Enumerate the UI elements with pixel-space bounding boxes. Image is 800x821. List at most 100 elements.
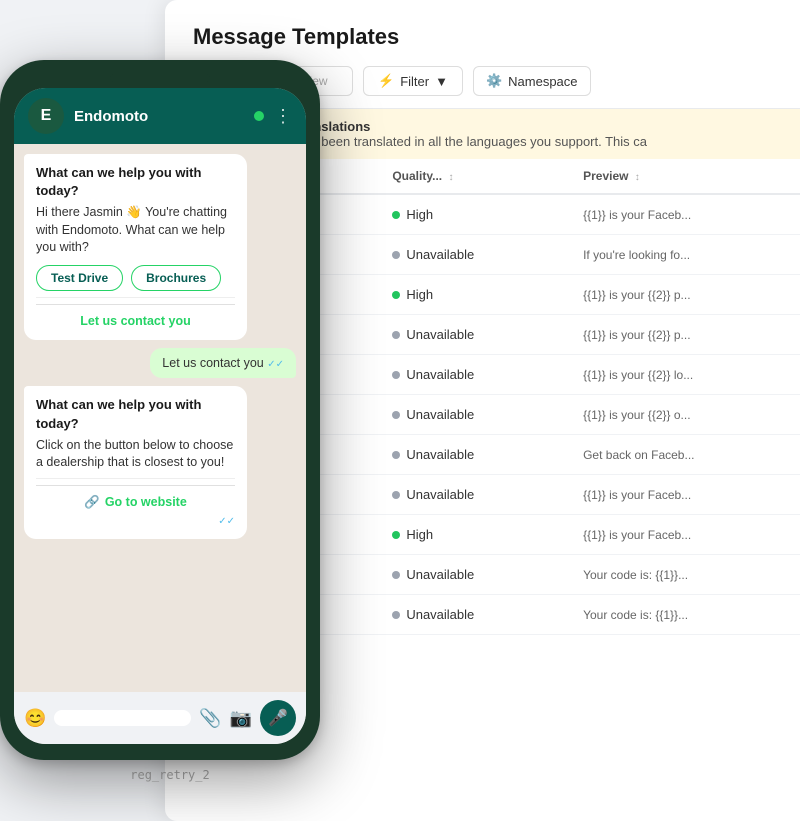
cell-quality: Unavailable xyxy=(372,475,563,515)
camera-icon[interactable]: 📷 xyxy=(230,708,252,729)
quality-text: High xyxy=(406,207,433,222)
avatar: E xyxy=(28,98,64,134)
preview-text: {{1}} is your {{2}} p... xyxy=(583,288,690,302)
cell-quality: Unavailable xyxy=(372,355,563,395)
cell-preview: Get back on Faceb... xyxy=(563,435,800,475)
message-input[interactable] xyxy=(54,710,191,726)
quick-replies-1: Test Drive Brochures xyxy=(36,265,235,291)
quality-text: Unavailable xyxy=(406,567,474,582)
quality-dot xyxy=(392,491,400,499)
cta-website-btn[interactable]: 🔗 Go to website xyxy=(36,485,235,512)
cell-preview: Your code is: {{1}}... xyxy=(563,595,800,635)
cell-preview: {{1}} is your Faceb... xyxy=(563,194,800,235)
sent-message-wrapper: Let us contact you ✓✓ xyxy=(24,348,296,378)
preview-text: Your code is: {{1}}... xyxy=(583,568,688,582)
bubble-title-3: What can we help you with today? xyxy=(36,396,235,432)
quality-dot xyxy=(392,291,400,299)
quality-dot xyxy=(392,611,400,619)
preview-text: If you're looking fo... xyxy=(583,248,690,262)
bubble-text-1: Hi there Jasmin 👋 You're chatting with E… xyxy=(36,204,235,257)
quality-dot xyxy=(392,251,400,259)
attachment-icon[interactable]: 📎 xyxy=(199,708,221,729)
quick-reply-test-drive[interactable]: Test Drive xyxy=(36,265,123,291)
cell-preview: If you're looking fo... xyxy=(563,235,800,275)
quality-dot xyxy=(392,371,400,379)
mic-button[interactable]: 🎤 xyxy=(260,700,296,736)
preview-text: {{1}} is your Faceb... xyxy=(583,208,691,222)
quality-text: Unavailable xyxy=(406,447,474,462)
quality-dot xyxy=(392,531,400,539)
quality-text: Unavailable xyxy=(406,247,474,262)
cell-quality: Unavailable xyxy=(372,235,563,275)
quality-text: Unavailable xyxy=(406,607,474,622)
phone-label: reg_retry_2 xyxy=(0,768,340,782)
cell-preview: {{1}} is your {{2}} p... xyxy=(563,315,800,355)
preview-text: {{1}} is your {{2}} o... xyxy=(583,408,690,422)
preview-text: {{1}} is your Faceb... xyxy=(583,488,691,502)
col-preview[interactable]: Preview ↕ xyxy=(563,159,800,194)
quality-text: Unavailable xyxy=(406,407,474,422)
read-tick-icon: ✓✓ xyxy=(267,359,284,370)
chat-area[interactable]: What can we help you with today? Hi ther… xyxy=(14,144,306,692)
cell-quality: Unavailable xyxy=(372,595,563,635)
cell-quality: Unavailable xyxy=(372,555,563,595)
message-bubble-1: What can we help you with today? Hi ther… xyxy=(24,154,247,340)
quality-text: Unavailable xyxy=(406,487,474,502)
cell-quality: Unavailable xyxy=(372,395,563,435)
namespace-label: Namespace xyxy=(508,74,577,89)
phone-notch xyxy=(110,74,210,82)
tick-icon: ✓✓ xyxy=(218,516,235,527)
preview-text: {{1}} is your Faceb... xyxy=(583,528,691,542)
filter-label: Filter xyxy=(400,74,429,89)
quick-reply-brochures[interactable]: Brochures xyxy=(131,265,221,291)
bubble-text-3: Click on the button below to choose a de… xyxy=(36,437,235,472)
preview-text: {{1}} is your {{2}} lo... xyxy=(583,368,693,382)
bubble-title-1: What can we help you with today? xyxy=(36,164,235,200)
col-quality[interactable]: Quality... ↕ xyxy=(372,159,563,194)
quality-text: Unavailable xyxy=(406,367,474,382)
quality-text: High xyxy=(406,527,433,542)
quality-dot xyxy=(392,331,400,339)
contact-name: Endomoto xyxy=(74,108,245,125)
cell-quality: High xyxy=(372,194,563,235)
quality-dot xyxy=(392,211,400,219)
cell-preview: {{1}} is your Faceb... xyxy=(563,475,800,515)
avatar-letter: E xyxy=(41,107,52,125)
namespace-button[interactable]: ⚙️ Namespace xyxy=(473,66,591,96)
gear-icon: ⚙️ xyxy=(486,73,502,89)
phone-screen: E Endomoto ⋮ What can we help you with t… xyxy=(14,88,306,744)
preview-text: Get back on Faceb... xyxy=(583,448,694,462)
preview-text: Your code is: {{1}}... xyxy=(583,608,688,622)
cell-preview: {{1}} is your {{2}} lo... xyxy=(563,355,800,395)
contact-info: Endomoto xyxy=(74,108,264,125)
cell-preview: {{1}} is your {{2}} p... xyxy=(563,275,800,315)
cell-preview: {{1}} is your Faceb... xyxy=(563,515,800,555)
quality-dot xyxy=(392,451,400,459)
verified-badge xyxy=(254,111,264,121)
bubble-time-3: ✓✓ xyxy=(36,515,235,529)
phone-shell: E Endomoto ⋮ What can we help you with t… xyxy=(0,60,320,760)
quality-dot xyxy=(392,411,400,419)
filter-icon: ⚡ xyxy=(378,73,394,89)
cta-contact-btn[interactable]: Let us contact you xyxy=(36,304,235,331)
input-bar: 😊 📎 📷 🎤 xyxy=(14,692,306,744)
more-options-icon[interactable]: ⋮ xyxy=(274,106,292,127)
cell-quality: Unavailable xyxy=(372,315,563,355)
sent-bubble: Let us contact you ✓✓ xyxy=(150,348,296,378)
filter-button[interactable]: ⚡ Filter ▼ xyxy=(363,66,463,96)
phone-mockup: E Endomoto ⋮ What can we help you with t… xyxy=(0,60,340,800)
chevron-down-icon: ▼ xyxy=(435,74,448,89)
cell-quality: High xyxy=(372,275,563,315)
sent-text: Let us contact you xyxy=(162,356,263,370)
quality-text: High xyxy=(406,287,433,302)
preview-text: {{1}} is your {{2}} p... xyxy=(583,328,690,342)
quality-text: Unavailable xyxy=(406,327,474,342)
panel-title: Message Templates xyxy=(193,24,772,50)
cell-quality: High xyxy=(372,515,563,555)
cell-preview: {{1}} is your {{2}} o... xyxy=(563,395,800,435)
quality-dot xyxy=(392,571,400,579)
whatsapp-header: E Endomoto ⋮ xyxy=(14,88,306,144)
message-bubble-3: What can we help you with today? Click o… xyxy=(24,386,247,539)
emoji-icon[interactable]: 😊 xyxy=(24,708,46,729)
external-link-icon: 🔗 xyxy=(84,494,100,512)
